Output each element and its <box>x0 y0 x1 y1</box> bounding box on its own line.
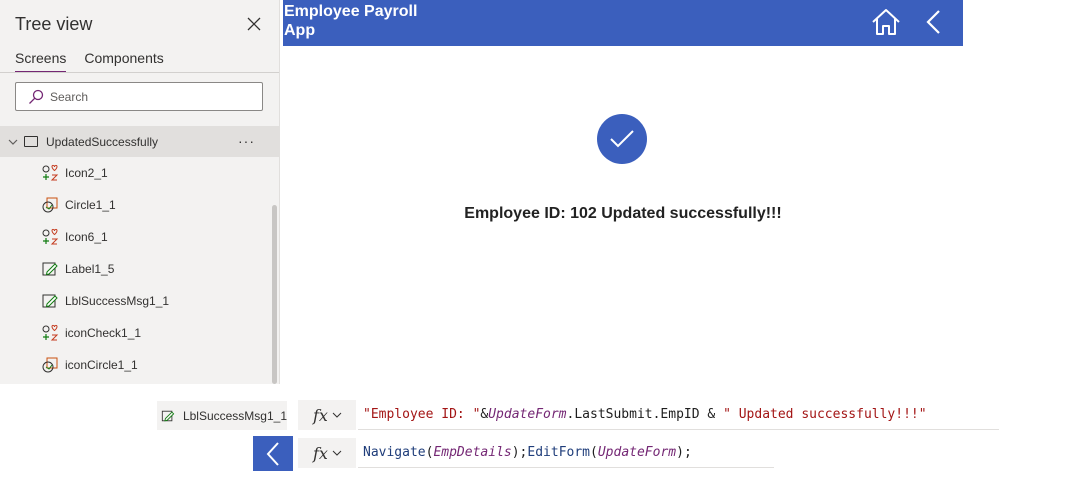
label-control-icon <box>41 260 59 278</box>
search-input[interactable] <box>50 89 250 104</box>
tabs-divider <box>0 72 279 73</box>
formula-function: Navigate <box>363 445 426 460</box>
label-control-icon <box>161 410 175 421</box>
icon-control-icon <box>41 164 59 182</box>
formula-function: EditForm <box>527 445 591 460</box>
tree-item-label: Circle1_1 <box>65 198 116 212</box>
formula-plain: .LastSubmit.EmpID & <box>566 407 724 422</box>
formula-operator: & <box>480 407 489 422</box>
formula-string: " Updated successfully!!!" <box>723 407 927 422</box>
fx-label: fx <box>313 405 328 425</box>
checkmark-icon <box>610 130 634 148</box>
formula-paren: ( <box>425 445 434 460</box>
screen-label: UpdatedSuccessfully <box>46 134 159 149</box>
close-icon[interactable] <box>246 16 262 32</box>
tree-item-iconcircle1-1[interactable]: iconCircle1_1 <box>0 349 279 381</box>
back-icon <box>266 441 279 466</box>
search-box[interactable] <box>15 82 263 111</box>
shape-control-icon <box>41 196 59 214</box>
fx-button[interactable]: fx <box>298 438 356 468</box>
tree-item-label: Label1_5 <box>65 262 115 276</box>
formula-paren: ( <box>590 445 598 460</box>
tree-scrollbar[interactable] <box>272 205 277 384</box>
back-icon[interactable] <box>924 8 944 38</box>
chevron-down-icon <box>332 412 342 418</box>
app-title: Employee Payroll App <box>284 3 418 39</box>
power-apps-studio: Tree view Screens Components UpdatedSucc… <box>0 0 1086 501</box>
tree-view-tabs: Screens Components <box>15 50 164 73</box>
formula-reference: EmpDetails <box>433 445 512 460</box>
check-circle <box>597 114 647 164</box>
tree-view-panel: Tree view Screens Components UpdatedSucc… <box>0 0 280 384</box>
tree-item-label1-5[interactable]: Label1_5 <box>0 253 279 285</box>
success-message: Employee ID: 102 Updated successfully!!! <box>464 205 782 222</box>
formula-text[interactable]: "Employee ID: " & UpdateForm .LastSubmit… <box>358 400 999 430</box>
icon-control-icon <box>41 324 59 342</box>
tree-item-label: Icon2_1 <box>65 166 108 180</box>
tab-components[interactable]: Components <box>84 50 163 73</box>
selected-control[interactable]: LblSuccessMsg1_1 <box>157 401 287 430</box>
tree-view-title: Tree view <box>15 14 93 34</box>
tab-screens[interactable]: Screens <box>15 50 67 73</box>
tree-item-circle1-1[interactable]: Circle1_1 <box>0 189 279 221</box>
tree-item-label: Icon6_1 <box>65 230 108 244</box>
tree-screen-updatedsuccessfully[interactable]: UpdatedSuccessfully ··· <box>0 126 279 157</box>
tree-item-label: LblSuccessMsg1_1 <box>65 294 170 308</box>
formula-reference: UpdateForm <box>488 407 567 422</box>
back-control-thumbnail[interactable] <box>253 436 293 471</box>
selected-control-name: LblSuccessMsg1_1 <box>182 408 287 423</box>
shape-control-icon <box>41 356 59 374</box>
formula-paren: ); <box>676 445 692 460</box>
fx-label: fx <box>313 443 328 463</box>
tree-item-icon6-1[interactable]: Icon6_1 <box>0 221 279 253</box>
label-control-icon <box>41 292 59 310</box>
fx-button[interactable]: fx <box>298 400 356 430</box>
formula-string: "Employee ID: " <box>363 407 481 422</box>
app-header: Employee Payroll App <box>283 0 963 46</box>
search-icon <box>29 89 44 104</box>
tree-item-iconcheck1-1[interactable]: iconCheck1_1 <box>0 317 279 349</box>
tree-list: UpdatedSuccessfully ··· Icon2_1 Circle1_… <box>0 126 279 381</box>
formula-reference: UpdateForm <box>597 445 677 460</box>
icon-control-icon <box>41 228 59 246</box>
chevron-down-icon <box>332 450 342 456</box>
tree-item-icon2-1[interactable]: Icon2_1 <box>0 157 279 189</box>
tree-item-label: iconCircle1_1 <box>65 358 138 372</box>
tree-item-lblsuccessmsg1-1[interactable]: LblSuccessMsg1_1 <box>0 285 279 317</box>
screen-icon <box>24 136 38 147</box>
chevron-down-icon[interactable] <box>8 137 18 147</box>
formula-paren: ); <box>511 445 528 460</box>
home-icon[interactable] <box>870 7 902 37</box>
tree-item-label: iconCheck1_1 <box>65 326 142 340</box>
more-options-button[interactable]: ··· <box>238 133 255 149</box>
formula-onselect[interactable]: Navigate ( EmpDetails ); EditForm ( Upda… <box>358 438 774 468</box>
